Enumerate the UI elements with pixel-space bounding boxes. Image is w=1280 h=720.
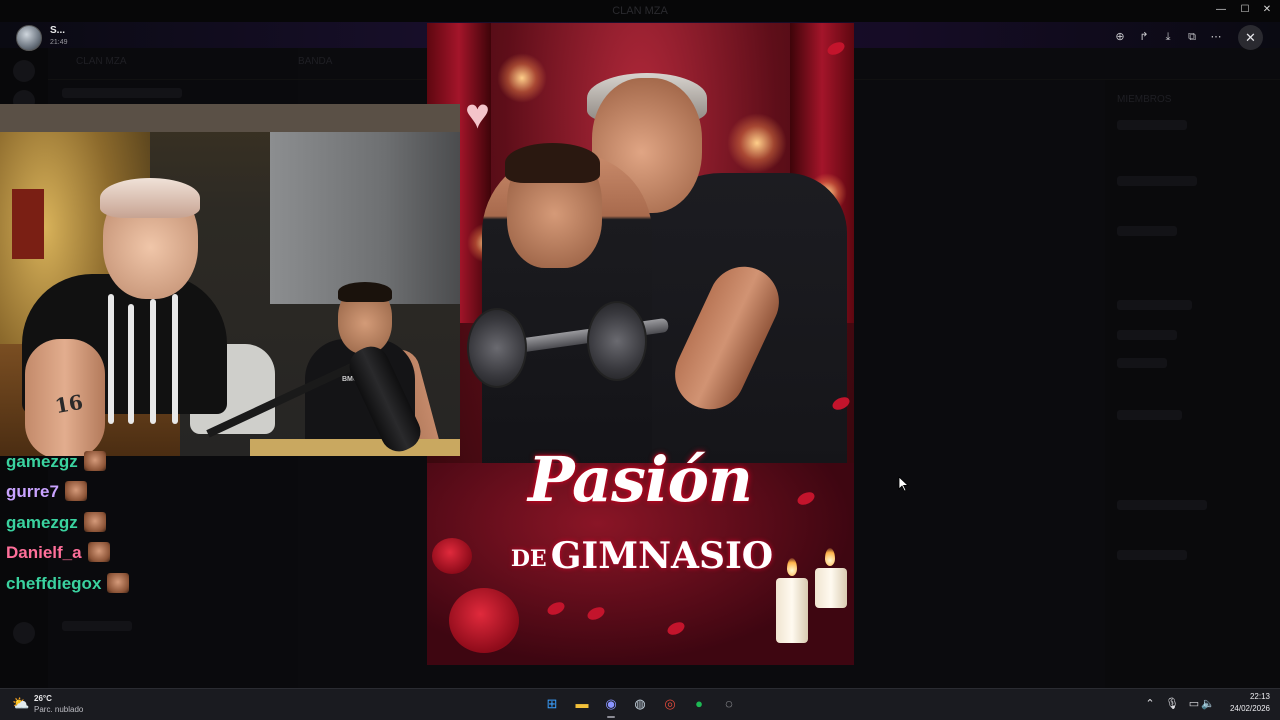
more-icon[interactable]: ⋯ (1207, 29, 1225, 45)
volume-icon[interactable]: 🔈 (1201, 697, 1215, 710)
chat-username: gamezgz (6, 513, 78, 532)
open-external-icon[interactable]: ⧉ (1183, 29, 1201, 45)
chat-username: cheffdiegox (6, 574, 102, 593)
poster-title-de: DE (510, 546, 547, 572)
webcam-wall-right (270, 104, 460, 304)
close-viewer-button[interactable]: ✕ (1238, 25, 1263, 50)
chat-username: gurre7 (6, 482, 59, 501)
partly-cloudy-icon[interactable]: ⛅ (12, 696, 30, 710)
weather-description[interactable]: Parc. nublado (34, 705, 83, 714)
window-close-button[interactable]: ✕ (1258, 2, 1276, 18)
member-list: MIEMBROS (1105, 80, 1280, 688)
active-app-indicator (607, 716, 615, 718)
man-left-hair (505, 143, 600, 183)
windows-start-icon[interactable]: ⊞ (542, 694, 562, 714)
poster-subtitle: DE GIMNASIO (487, 535, 797, 577)
candle (776, 578, 808, 643)
desk (250, 439, 460, 456)
upload-time: 21:49 (50, 39, 68, 46)
maximize-button[interactable]: ☐ (1236, 2, 1254, 18)
chat-message: gamezgz (6, 450, 106, 474)
webcam-door (12, 189, 44, 259)
chat-message: gurre7 (6, 480, 87, 504)
member-header: MIEMBROS (1117, 94, 1172, 105)
chevron-up-icon[interactable]: ⌃ (1143, 697, 1157, 710)
steam-icon[interactable]: ◍ (630, 694, 650, 714)
chat-message: Danielf_a (6, 541, 110, 565)
screen: CLAN MZA CLAN MZA BANDA MIEMBROS — ☐ ✕ S… (0, 0, 1280, 720)
webcam-feed: BMOKE 16 (0, 104, 460, 456)
chat-username: Danielf_a (6, 543, 82, 562)
chrome-icon[interactable]: ◎ (660, 694, 680, 714)
network-icon[interactable]: ▭ (1187, 697, 1201, 710)
zoom-in-icon[interactable]: ⊕ (1111, 29, 1129, 45)
rose (432, 538, 472, 574)
poster-title: Pasión (527, 443, 753, 516)
tattoo-text: 16 (53, 389, 85, 419)
chat-message: gamezgz (6, 511, 106, 535)
file-explorer-icon[interactable]: ▬ (572, 694, 592, 714)
heart-icon: ♥ (465, 90, 490, 137)
streamer-hair (100, 178, 200, 218)
emote-icon (64, 481, 87, 501)
microphone-icon[interactable]: 🎙 (1165, 697, 1179, 710)
clock-date[interactable]: 24/02/2026 (1220, 704, 1270, 713)
uploader-name[interactable]: S... (50, 25, 65, 36)
avatar[interactable] (16, 25, 42, 51)
discord-icon[interactable]: ◉ (601, 694, 621, 714)
channel-hint: BANDA (298, 56, 333, 67)
emote-icon (83, 451, 106, 471)
rose (449, 588, 519, 653)
window-title: CLAN MZA (0, 0, 1280, 22)
chat-username: gamezgz (6, 452, 78, 471)
person-right-hair (338, 282, 392, 302)
chat-message: cheffdiegox (6, 572, 130, 596)
emote-icon (87, 542, 110, 562)
emote-icon (83, 512, 106, 532)
clock-time[interactable]: 22:13 (1228, 692, 1270, 701)
weather-temperature[interactable]: 26°C (34, 694, 52, 703)
minimize-button[interactable]: — (1212, 2, 1230, 18)
forward-icon[interactable]: ↱ (1135, 29, 1153, 45)
spotify-icon[interactable]: ● (689, 694, 709, 714)
dumbbell-plate-left (467, 308, 527, 388)
candle (815, 568, 847, 608)
poster-title-gimnasio: GIMNASIO (550, 535, 774, 577)
poster-image: ♥ Pasión DE GIMNASIO (427, 23, 854, 665)
obs-icon[interactable]: ◌ (719, 694, 739, 714)
emote-icon (107, 573, 130, 593)
dumbbell-plate-right (587, 301, 647, 381)
download-icon[interactable]: ⤓ (1159, 29, 1177, 45)
webcam-ceiling (0, 104, 460, 132)
